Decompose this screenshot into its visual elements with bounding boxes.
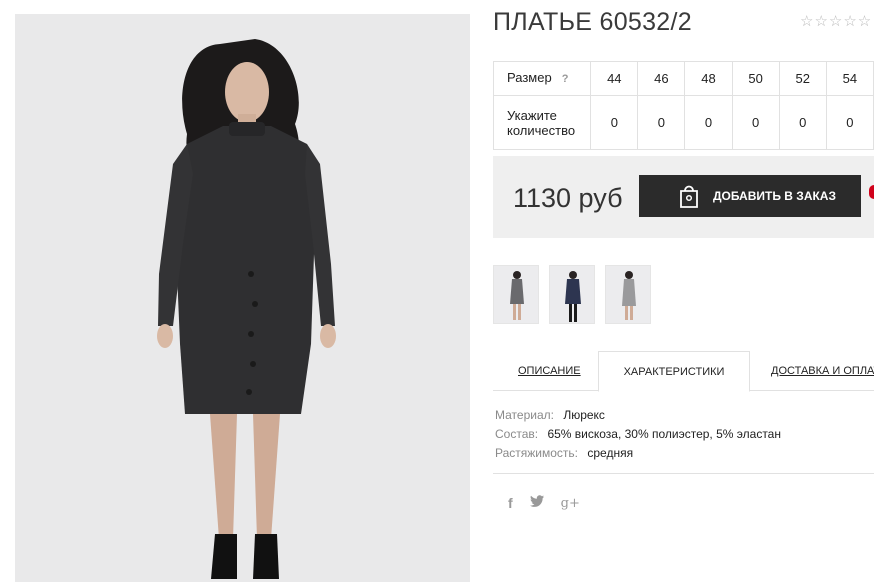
- shopping-bag-icon: [680, 185, 698, 208]
- rating-stars[interactable]: ☆☆☆☆☆: [800, 12, 874, 30]
- product-main-photo[interactable]: [15, 14, 470, 582]
- quantity-input-46[interactable]: 0: [637, 95, 686, 150]
- size-row: Размер? 44 46 48 50 52 54: [492, 61, 874, 96]
- divider: [493, 473, 874, 474]
- add-to-order-button[interactable]: ДОБАВИТЬ В ЗАКАЗ: [639, 175, 861, 217]
- spec-composition: Состав: 65% вискоза, 30% полиэстер, 5% э…: [495, 425, 781, 444]
- spec-value: средняя: [587, 446, 634, 460]
- quantity-input-48[interactable]: 0: [684, 95, 733, 150]
- add-to-order-label: ДОБАВИТЬ В ЗАКАЗ: [713, 189, 836, 203]
- spec-stretch: Растяжимость: средняя: [495, 444, 781, 463]
- size-46: 46: [637, 61, 686, 96]
- thumbnail-3[interactable]: [605, 265, 651, 324]
- quantity-input-50[interactable]: 0: [731, 95, 780, 150]
- spec-label: Растяжимость:: [495, 446, 579, 460]
- size-52: 52: [778, 61, 827, 96]
- size-54: 54: [825, 61, 874, 96]
- social-share: f g+: [508, 495, 580, 511]
- thumbnail-1[interactable]: [493, 265, 539, 324]
- quantity-input-54[interactable]: 0: [825, 95, 874, 150]
- tab-description[interactable]: ОПИСАНИЕ: [518, 351, 581, 391]
- quantity-label: Укажите количество: [492, 95, 592, 150]
- price: 1130 руб: [513, 183, 623, 213]
- price-box: 1130 руб ДОБАВИТЬ В ЗАКАЗ: [493, 156, 874, 238]
- size-44: 44: [590, 61, 639, 96]
- thumbnail-strip: [493, 265, 651, 324]
- size-48: 48: [684, 61, 733, 96]
- facebook-icon[interactable]: f: [508, 495, 513, 511]
- help-icon[interactable]: ?: [562, 73, 569, 85]
- size-label: Размер: [507, 70, 552, 85]
- google-plus-icon[interactable]: g+: [561, 496, 580, 511]
- tab-characteristics[interactable]: ХАРАКТЕРИСТИКИ: [598, 351, 750, 392]
- model-illustration: [15, 14, 470, 582]
- edge-widget-icon[interactable]: [869, 185, 874, 199]
- size-label-cell: Размер?: [492, 61, 592, 96]
- spec-value: Люрекс: [563, 408, 605, 422]
- specs-list: Материал: Люрекс Состав: 65% вискоза, 30…: [495, 406, 781, 463]
- size-50: 50: [731, 61, 780, 96]
- size-table: Размер? 44 46 48 50 52 54 Укажите количе…: [492, 61, 874, 150]
- quantity-input-44[interactable]: 0: [590, 95, 639, 150]
- twitter-icon[interactable]: [529, 495, 544, 511]
- star-icon[interactable]: ☆☆☆☆☆: [800, 13, 872, 30]
- spec-material: Материал: Люрекс: [495, 406, 781, 425]
- quantity-row: Укажите количество 0 0 0 0 0 0: [492, 95, 874, 150]
- thumbnail-2[interactable]: [549, 265, 595, 324]
- spec-value: 65% вискоза, 30% полиэстер, 5% эластан: [547, 427, 781, 441]
- product-title: ПЛАТЬЕ 60532/2: [493, 8, 692, 36]
- quantity-input-52[interactable]: 0: [778, 95, 827, 150]
- spec-label: Состав:: [495, 427, 539, 441]
- tab-shipping[interactable]: ДОСТАВКА И ОПЛАТА: [771, 351, 874, 391]
- tab-bar: ОПИСАНИЕ ХАРАКТЕРИСТИКИ ДОСТАВКА И ОПЛАТ…: [493, 351, 874, 392]
- spec-label: Материал:: [495, 408, 554, 422]
